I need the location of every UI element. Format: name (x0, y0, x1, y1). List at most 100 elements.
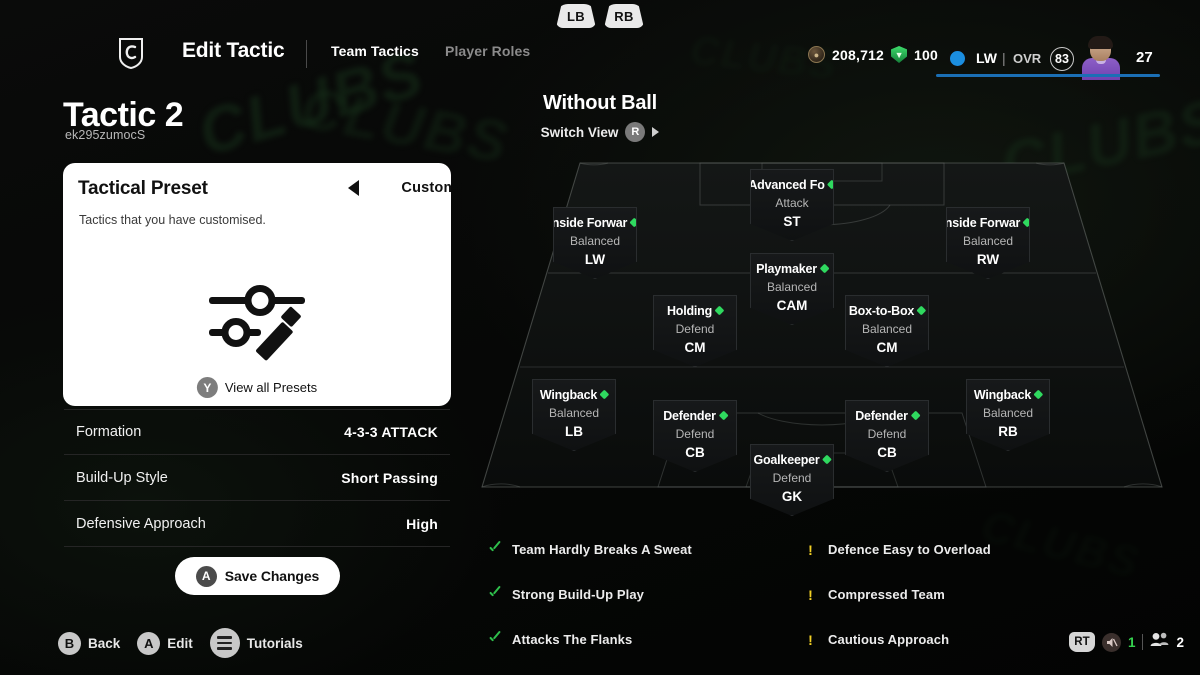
role-familiarity-icon (822, 454, 832, 465)
save-changes-button[interactable]: A Save Changes (175, 557, 340, 595)
role-familiarity-icon (718, 410, 729, 421)
player-focus: Defend (675, 427, 715, 441)
header-divider (306, 40, 307, 68)
check-icon (488, 588, 501, 601)
player-role: Defender (663, 409, 729, 423)
pro-item: Strong Build-Up Play (488, 583, 692, 606)
setting-label: Formation (76, 424, 142, 440)
player-position: CAM (776, 298, 808, 313)
player-ovr-label: OVR (1013, 51, 1042, 66)
pro-item: Team Hardly Breaks A Sweat (488, 538, 692, 561)
con-item: ! Defence Easy to Overload (804, 538, 991, 561)
bottom-right-status: RT 1 2 (1068, 632, 1184, 652)
player-level-count: 27 (1136, 49, 1153, 66)
role-familiarity-icon (827, 179, 833, 190)
role-familiarity-icon (629, 217, 636, 228)
blue-dot-icon (950, 51, 965, 66)
player-card-gk[interactable]: Goalkeeper Defend GK (750, 444, 834, 516)
pro-label: Attacks The Flanks (512, 632, 633, 647)
warning-icon: ! (808, 631, 813, 648)
setting-label: Defensive Approach (76, 515, 206, 532)
player-role: nside Forwar (554, 216, 636, 230)
switch-view-label: Switch View (540, 124, 619, 140)
tab-team-tactics[interactable]: Team Tactics (331, 43, 419, 59)
pro-label: Team Hardly Breaks A Sweat (512, 542, 692, 557)
player-focus: Defend (772, 471, 812, 485)
back-label: Back (88, 635, 121, 651)
bumper-indicators: LB RB (0, 4, 1200, 28)
preset-description: Tactics that you have customised. (79, 213, 266, 227)
player-position: CM (876, 340, 898, 355)
setting-row-build-up-style[interactable]: Build-Up Style Short Passing (64, 455, 450, 501)
player-role: Goalkeeper (753, 453, 832, 467)
player-role: Advanced Fo (751, 178, 833, 192)
con-item: ! Cautious Approach (804, 628, 991, 651)
button-a-icon: A (137, 631, 161, 655)
player-role: Holding (667, 304, 725, 318)
setting-label: Build-Up Style (76, 469, 168, 486)
page-title: Edit Tactic (182, 39, 285, 62)
player-focus: Balanced (548, 406, 600, 420)
pitch-header: Without Ball (0, 92, 1200, 115)
player-focus: Defend (675, 322, 715, 336)
setting-value: High (406, 515, 438, 532)
player-position: CB (877, 445, 897, 460)
points-amount: 100 (914, 46, 938, 63)
player-focus: Balanced (766, 280, 818, 294)
view-all-presets-button[interactable]: Y View all Presets (196, 377, 317, 398)
warning-icon: ! (808, 541, 813, 558)
player-role: Defender (855, 409, 921, 423)
coin-icon: ● (808, 46, 826, 63)
formation-pitch[interactable]: Advanced Fo Attack ST nside Forwar Balan… (462, 155, 1182, 516)
player-summary-chip[interactable]: LW | OVR 83 27 (936, 36, 1182, 80)
con-label: Compressed Team (828, 587, 945, 602)
con-label: Cautious Approach (828, 632, 950, 647)
bumper-rb[interactable]: RB (604, 4, 644, 28)
green-gem-icon: ▼ (891, 46, 908, 63)
button-b-icon: B (58, 631, 81, 655)
button-r-icon: R (625, 122, 646, 142)
cons-column: ! Defence Easy to Overload ! Compressed … (804, 538, 991, 673)
setting-row-formation[interactable]: Formation 4-3-3 ATTACK (64, 409, 450, 455)
tutorials-label: Tutorials (246, 635, 303, 651)
arrow-left-icon[interactable] (348, 180, 359, 196)
setting-row-defensive-approach[interactable]: Defensive Approach High (64, 501, 450, 547)
player-role: nside Forwar (947, 216, 1029, 230)
preset-card-title: Tactical Preset (78, 178, 208, 199)
divider (1142, 634, 1144, 650)
background-watermark: CLUBS (976, 501, 1146, 588)
player-role: Wingback (974, 388, 1044, 402)
player-position: CM (684, 340, 706, 355)
trigger-rt-icon[interactable]: RT (1068, 632, 1095, 652)
sliders-pencil-icon (209, 281, 305, 363)
speaker-muted-icon[interactable] (1101, 632, 1121, 652)
currency-display: ● 208,712 ▼ 100 (808, 46, 938, 63)
con-label: Defence Easy to Overload (828, 542, 991, 557)
player-focus: Balanced (861, 322, 913, 336)
club-crest-icon (118, 37, 144, 70)
back-button[interactable]: B Back (58, 631, 121, 655)
player-role: Wingback (540, 388, 610, 402)
player-progress-bar (936, 74, 1160, 77)
tactical-preset-card[interactable]: Tactical Preset Custom Tactics that you … (63, 163, 451, 406)
role-familiarity-icon (599, 389, 610, 400)
player-separator: | (1002, 50, 1006, 66)
role-familiarity-icon (916, 305, 927, 316)
bumper-lb[interactable]: LB (556, 4, 596, 28)
menu-icon (209, 628, 240, 658)
player-position: LW (584, 252, 606, 267)
role-familiarity-icon (714, 305, 725, 316)
player-role: Box-to-Box (849, 304, 927, 318)
edit-button[interactable]: A Edit (137, 631, 193, 655)
party-count: 2 (1176, 634, 1184, 650)
player-position: RW (976, 252, 1000, 267)
role-familiarity-icon (1033, 389, 1044, 400)
role-familiarity-icon (819, 263, 830, 274)
edit-tactic-screen: CLUBS CLUBS CLUBS CLUBS CLUBS CLUBS LB R… (0, 0, 1200, 675)
player-position: GK (781, 489, 803, 504)
switch-view-button[interactable]: Switch View R (0, 122, 1200, 142)
tutorials-button[interactable]: Tutorials (209, 628, 303, 658)
tab-player-roles[interactable]: Player Roles (445, 43, 530, 59)
pitch-title: Without Ball (542, 92, 658, 114)
player-focus: Defend (867, 427, 907, 441)
